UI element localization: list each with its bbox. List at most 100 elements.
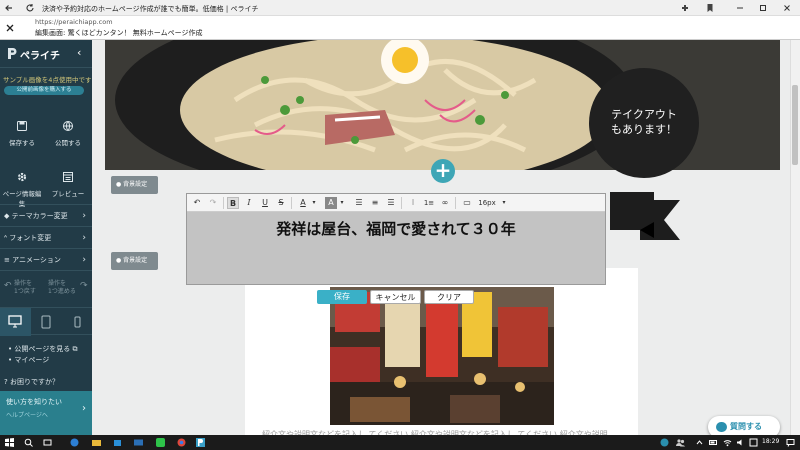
animation-menu[interactable]: ≡ アニメーション › bbox=[0, 248, 92, 270]
canvas-scrollbar-thumb[interactable] bbox=[792, 85, 798, 165]
save-button[interactable]: 保存 bbox=[317, 290, 367, 304]
help-tray-icon[interactable] bbox=[660, 438, 669, 447]
add-block-button[interactable]: + bbox=[431, 159, 455, 183]
people-tray-icon[interactable] bbox=[676, 438, 685, 447]
url-panel: https://peraichiapp.com 編集画面: 驚くほどカンタン！ … bbox=[0, 16, 800, 40]
preview-button[interactable]: プレビュー bbox=[46, 171, 90, 198]
theme-color-menu[interactable]: ◆ テーマカラー変更 › bbox=[0, 204, 92, 226]
chevron-right-icon: › bbox=[82, 211, 86, 221]
editable-heading[interactable]: 発祥は屋台、福岡で愛されて３０年 bbox=[187, 218, 605, 239]
street-stall-image[interactable] bbox=[330, 287, 554, 425]
tablet-view-button[interactable] bbox=[31, 308, 62, 336]
clock: 18:29 bbox=[762, 438, 780, 445]
underline-icon[interactable]: U bbox=[259, 197, 271, 209]
plus-icon: + bbox=[434, 158, 452, 182]
cancel-button[interactable]: キャンセル bbox=[370, 290, 421, 304]
browser-titlebar: 決済や予約対応のホームページ作成が誰でも簡単。低価格 | ペライチ bbox=[0, 0, 800, 16]
collapse-sidebar-icon[interactable]: ‹ bbox=[77, 46, 81, 59]
desktop-view-button[interactable] bbox=[0, 308, 31, 336]
chevron-down-icon[interactable]: ▾ bbox=[308, 197, 320, 209]
chevron-down-icon[interactable]: ▾ bbox=[336, 197, 348, 209]
clear-button[interactable]: クリア bbox=[424, 290, 474, 304]
undo-icon: ↶ bbox=[4, 281, 12, 291]
help-banner[interactable]: 使い方を知りたい ヘルプページへ › bbox=[0, 391, 92, 435]
undo-button[interactable]: 操作を 1つ戻す bbox=[14, 280, 36, 296]
ime-icon[interactable] bbox=[749, 438, 758, 447]
back-arrow-icon[interactable] bbox=[4, 3, 14, 13]
task-view-icon[interactable] bbox=[43, 438, 52, 447]
bookmark-icon[interactable] bbox=[705, 3, 715, 13]
chevron-down-icon[interactable]: ▾ bbox=[498, 197, 510, 209]
undo-redo-row: ↶ 操作を 1つ戻す 操作を 1つ進める ↷ bbox=[0, 270, 92, 307]
desktop-icon bbox=[8, 315, 22, 328]
strikethrough-icon[interactable]: S bbox=[275, 197, 287, 209]
undo-line1: 操作を bbox=[14, 280, 33, 287]
italic-icon[interactable]: I bbox=[243, 197, 255, 209]
battery-icon[interactable] bbox=[709, 438, 718, 447]
ask-question-label: 質問する bbox=[730, 422, 762, 431]
numbered-list-icon[interactable]: 1≡ bbox=[423, 197, 435, 209]
bold-icon[interactable]: B bbox=[227, 197, 239, 209]
font-size-select[interactable]: 16px bbox=[475, 197, 499, 209]
theme-color-icon: ◆ bbox=[4, 212, 10, 220]
font-menu[interactable]: ᴬ フォント変更 › bbox=[0, 226, 92, 248]
close-icon[interactable] bbox=[5, 23, 15, 33]
device-switcher bbox=[0, 307, 92, 336]
chevron-right-icon: › bbox=[82, 233, 86, 243]
link-icon[interactable]: ∞ bbox=[439, 197, 451, 209]
settings-dot-icon: ● bbox=[116, 257, 122, 264]
page-info-button[interactable]: ページ情報編集 bbox=[0, 171, 44, 208]
chrome-icon[interactable] bbox=[177, 438, 186, 447]
windows-start-icon[interactable] bbox=[5, 438, 14, 447]
save-page-button[interactable]: 保存する bbox=[0, 120, 44, 147]
save-icon bbox=[17, 121, 27, 131]
takeout-badge-line1: テイクアウト bbox=[611, 108, 677, 121]
bullet-list-icon[interactable]: ⁝ bbox=[407, 197, 419, 209]
background-settings-button-2[interactable]: ● 背景設定 bbox=[111, 252, 158, 270]
minimize-icon[interactable] bbox=[735, 3, 745, 13]
buy-images-button[interactable]: 公開前画像を購入する bbox=[4, 86, 84, 95]
settings-dot-icon: ● bbox=[116, 181, 122, 188]
notifications-icon[interactable] bbox=[786, 438, 795, 447]
preview-label: プレビュー bbox=[51, 190, 85, 198]
tablet-icon bbox=[41, 315, 51, 329]
editor-toolbar: ↶ ↷ B I U S A ▾ A ▾ ☰ ≡ ☰ ⁝ 1≡ ∞ ▭ 16px … bbox=[187, 194, 605, 212]
align-center-icon[interactable]: ≡ bbox=[369, 197, 381, 209]
extensions-icon[interactable] bbox=[680, 3, 690, 13]
mobile-icon bbox=[74, 316, 81, 328]
mail-icon[interactable] bbox=[134, 438, 143, 447]
text-editor[interactable]: ↶ ↷ B I U S A ▾ A ▾ ☰ ≡ ☰ ⁝ 1≡ ∞ ▭ 16px … bbox=[186, 193, 606, 285]
redo-line2: 1つ進める bbox=[48, 288, 76, 295]
align-right-icon[interactable]: ☰ bbox=[385, 197, 397, 209]
tray-chevron-up-icon[interactable] bbox=[695, 438, 704, 447]
my-page-label: マイページ bbox=[14, 356, 50, 364]
publish-label: 公開する bbox=[55, 139, 81, 147]
restore-icon[interactable] bbox=[758, 3, 768, 13]
window-close-icon[interactable] bbox=[782, 3, 792, 13]
store-icon[interactable] bbox=[113, 438, 122, 447]
help-question[interactable]: ? お困りですか？ bbox=[4, 377, 59, 387]
reload-icon[interactable] bbox=[25, 3, 35, 13]
redo-button[interactable]: 操作を 1つ進める bbox=[48, 280, 76, 296]
takeout-badge[interactable]: テイクアウト もあります！ bbox=[589, 68, 699, 178]
publish-button[interactable]: 公開する bbox=[46, 120, 90, 147]
monitor-icon[interactable]: ▭ bbox=[461, 197, 473, 209]
redo-icon[interactable]: ↷ bbox=[207, 197, 219, 209]
align-left-icon[interactable]: ☰ bbox=[353, 197, 365, 209]
heading-ribbon-decoration bbox=[610, 192, 680, 240]
my-page-link[interactable]: • マイページ bbox=[8, 355, 49, 365]
mobile-view-button[interactable] bbox=[62, 308, 92, 336]
toolbar-separator bbox=[291, 197, 292, 209]
line-icon[interactable] bbox=[156, 438, 165, 447]
view-public-page-link[interactable]: • 公開ページを見る ⧉ bbox=[8, 344, 77, 354]
undo-icon[interactable]: ↶ bbox=[191, 197, 203, 209]
sample-image-notice: サンプル画像を4点使用中です bbox=[3, 76, 92, 84]
wifi-icon[interactable] bbox=[723, 438, 732, 447]
volume-icon[interactable] bbox=[736, 438, 745, 447]
edge-icon[interactable] bbox=[70, 438, 79, 447]
explorer-icon[interactable] bbox=[92, 438, 101, 447]
background-settings-button[interactable]: ● 背景設定 bbox=[111, 176, 158, 194]
toolbar-separator bbox=[401, 197, 402, 209]
search-icon[interactable] bbox=[24, 438, 33, 447]
peraichi-app-icon[interactable] bbox=[196, 438, 205, 447]
